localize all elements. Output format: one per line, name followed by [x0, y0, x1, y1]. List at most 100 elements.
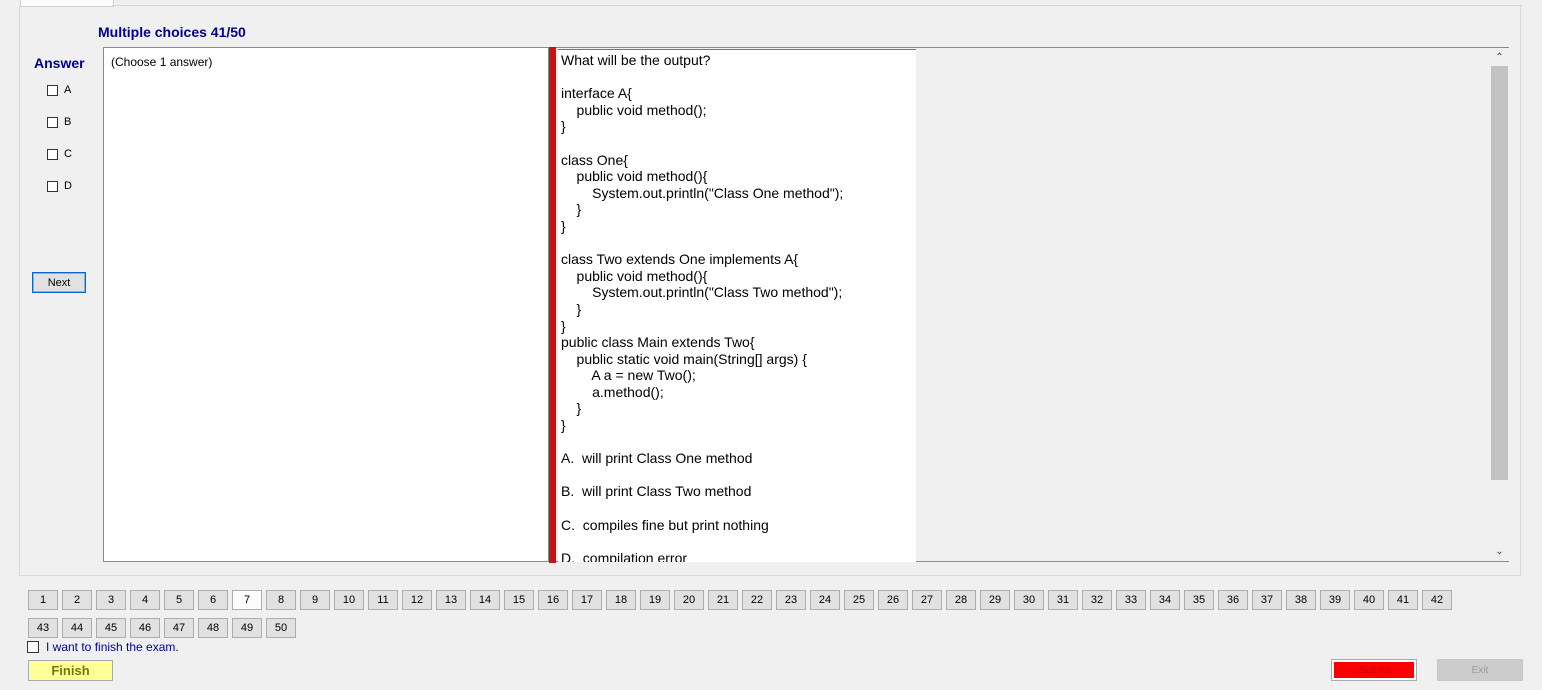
- question-line: public void method();: [561, 101, 707, 118]
- question-number-button[interactable]: 17: [572, 590, 602, 610]
- question-number-button[interactable]: 36: [1218, 590, 1248, 610]
- question-line: }: [561, 118, 566, 135]
- page-title: Multiple choices 41/50: [98, 24, 246, 40]
- finish-button[interactable]: Finish: [28, 660, 113, 681]
- question-number-button[interactable]: 14: [470, 590, 500, 610]
- option-b[interactable]: B: [47, 115, 71, 129]
- checkbox-icon[interactable]: [47, 116, 58, 128]
- question-line: A a = new Two();: [561, 367, 696, 384]
- chevron-up-icon[interactable]: ⌃: [1491, 49, 1508, 66]
- next-button[interactable]: Next: [32, 272, 86, 293]
- question-number-button[interactable]: 25: [844, 590, 874, 610]
- question-number-button[interactable]: 40: [1354, 590, 1384, 610]
- question-line: [561, 500, 843, 517]
- question-number-button[interactable]: 23: [776, 590, 806, 610]
- question-number-button[interactable]: 43: [28, 618, 58, 638]
- question-number-button[interactable]: 41: [1388, 590, 1418, 610]
- question-number-button[interactable]: 49: [232, 618, 262, 638]
- question-number-button[interactable]: 38: [1286, 590, 1316, 610]
- question-number-button[interactable]: 18: [606, 590, 636, 610]
- question-number-button[interactable]: 27: [912, 590, 942, 610]
- question-number-button[interactable]: 32: [1082, 590, 1112, 610]
- question-text: What will be the output? interface A{ pub…: [561, 52, 843, 562]
- choose-instruction: (Choose 1 answer): [111, 55, 213, 69]
- question-number-button[interactable]: 46: [130, 618, 160, 638]
- question-number-button[interactable]: 45: [96, 618, 126, 638]
- question-content: What will be the output? interface A{ pub…: [558, 49, 916, 562]
- question-line: }: [561, 201, 582, 218]
- question-number-button[interactable]: 10: [334, 590, 364, 610]
- question-line: [561, 235, 843, 252]
- question-number-button[interactable]: 4: [130, 590, 160, 610]
- question-number-button[interactable]: 16: [538, 590, 568, 610]
- question-number-button[interactable]: 2: [62, 590, 92, 610]
- option-a[interactable]: A: [47, 83, 71, 97]
- question-number-button[interactable]: 34: [1150, 590, 1180, 610]
- question-number-button[interactable]: 9: [300, 590, 330, 610]
- splitter-bar[interactable]: [549, 47, 556, 563]
- question-number-button[interactable]: 6: [198, 590, 228, 610]
- question-line: C. compiles fine but print nothing: [561, 516, 769, 533]
- question-number-button[interactable]: 44: [62, 618, 92, 638]
- question-scrollbar[interactable]: ⌃ ⌄: [1491, 48, 1508, 561]
- question-number-button[interactable]: 8: [266, 590, 296, 610]
- chevron-down-icon[interactable]: ⌄: [1491, 543, 1508, 560]
- question-number-button[interactable]: 33: [1116, 590, 1146, 610]
- question-line: [561, 69, 843, 86]
- question-line: D. compilation error: [561, 549, 688, 562]
- question-number-button[interactable]: 5: [164, 590, 194, 610]
- question-area: What will be the output? interface A{ pub…: [556, 47, 1509, 562]
- question-number-button[interactable]: 1: [28, 590, 58, 610]
- question-number-button[interactable]: 37: [1252, 590, 1282, 610]
- checkbox-icon[interactable]: [47, 180, 58, 192]
- checkbox-icon[interactable]: [47, 148, 58, 160]
- submit-button[interactable]: Submit: [1331, 659, 1417, 681]
- question-number-button[interactable]: 48: [198, 618, 228, 638]
- option-label: B: [64, 116, 72, 128]
- checkbox-icon[interactable]: [47, 84, 58, 96]
- question-number-button[interactable]: 35: [1184, 590, 1214, 610]
- question-number-button[interactable]: 3: [96, 590, 126, 610]
- question-line: [561, 467, 843, 484]
- question-line: B. will print Class Two method: [561, 483, 752, 500]
- question-line: }: [561, 417, 566, 434]
- question-number-button[interactable]: 19: [640, 590, 670, 610]
- question-line: }: [561, 217, 566, 234]
- question-line: public void method(){: [561, 267, 708, 284]
- question-number-button[interactable]: 39: [1320, 590, 1350, 610]
- question-line: [561, 434, 843, 451]
- finish-confirm-checkbox[interactable]: I want to finish the exam.: [27, 640, 179, 654]
- option-d[interactable]: D: [47, 179, 72, 193]
- question-number-button[interactable]: 26: [878, 590, 908, 610]
- option-label: C: [64, 148, 72, 160]
- question-line: public static void main(String[] args) {: [561, 350, 807, 367]
- checkbox-icon[interactable]: [27, 641, 39, 653]
- question-number-button[interactable]: 11: [368, 590, 398, 610]
- question-line: What will be the output?: [561, 52, 711, 68]
- answer-instruction-box: (Choose 1 answer): [103, 47, 549, 562]
- question-number-button[interactable]: 47: [164, 618, 194, 638]
- question-number-button[interactable]: 42: [1422, 590, 1452, 610]
- option-label: D: [64, 180, 72, 192]
- question-number-button[interactable]: 50: [266, 618, 296, 638]
- question-line: A. will print Class One method: [561, 450, 753, 467]
- question-number-button[interactable]: 15: [504, 590, 534, 610]
- question-line: System.out.println("Class One method");: [561, 184, 844, 201]
- question-line: interface A{: [561, 85, 632, 102]
- question-number-button[interactable]: 21: [708, 590, 738, 610]
- question-number-button[interactable]: 28: [946, 590, 976, 610]
- option-label: A: [64, 84, 72, 96]
- question-number-button[interactable]: 30: [1014, 590, 1044, 610]
- question-number-button[interactable]: 12: [402, 590, 432, 610]
- question-number-button[interactable]: 20: [674, 590, 704, 610]
- question-number-button[interactable]: 7: [232, 590, 262, 610]
- question-number-button[interactable]: 31: [1048, 590, 1078, 610]
- answer-label: Answer: [34, 55, 85, 71]
- question-number-button[interactable]: 24: [810, 590, 840, 610]
- exit-button[interactable]: Exit: [1437, 659, 1523, 681]
- question-number-button[interactable]: 22: [742, 590, 772, 610]
- option-c[interactable]: C: [47, 147, 72, 161]
- scroll-thumb[interactable]: [1491, 66, 1508, 480]
- question-number-button[interactable]: 29: [980, 590, 1010, 610]
- question-number-button[interactable]: 13: [436, 590, 466, 610]
